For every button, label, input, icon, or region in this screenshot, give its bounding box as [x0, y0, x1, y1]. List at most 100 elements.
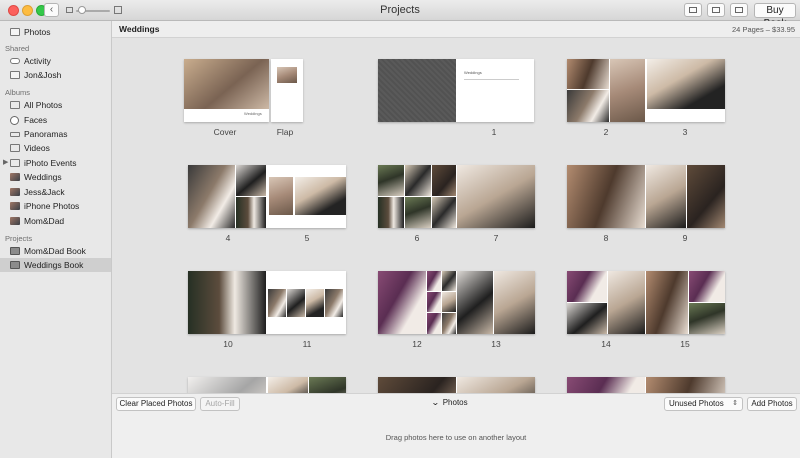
- sidebar-item-weddings-book[interactable]: Weddings Book: [0, 258, 111, 272]
- photo: [405, 165, 431, 196]
- spread-pages-2-3[interactable]: [567, 59, 725, 122]
- photo: [442, 271, 456, 291]
- photo: [432, 197, 456, 228]
- spread-pages-20-21[interactable]: [567, 377, 725, 393]
- section-heading-projects: Projects: [5, 234, 33, 243]
- page-label-8: 8: [603, 233, 609, 243]
- sidebar-item-jess-jack[interactable]: Jess&Jack: [0, 185, 111, 199]
- layout-options-button[interactable]: [707, 3, 725, 17]
- sidebar-item-label: Jess&Jack: [24, 187, 65, 197]
- section-heading-albums: Albums: [5, 88, 31, 97]
- sidebar-item-activity[interactable]: Activity: [0, 54, 111, 68]
- buy-book-button[interactable]: Buy Book: [754, 3, 796, 29]
- photo: [647, 59, 725, 109]
- auto-fill-button[interactable]: Auto-Fill: [200, 397, 240, 411]
- unused-photos-select[interactable]: Unused Photos ⇕: [664, 397, 743, 411]
- sidebar-item-weddings[interactable]: Weddings: [0, 170, 111, 184]
- photos-panel-toggle[interactable]: ⌄ Photos: [430, 398, 468, 407]
- page-label-13: 13: [491, 339, 501, 349]
- page-label-14: 14: [601, 339, 611, 349]
- all-photos-icon: [10, 101, 20, 109]
- photo: [646, 165, 686, 228]
- page-label-3: 3: [682, 127, 688, 137]
- title-page-text: Weddings: [464, 70, 482, 75]
- sidebar-item-iphone-photos[interactable]: iPhone Photos: [0, 199, 111, 213]
- spread-pages-4-5[interactable]: [188, 165, 346, 228]
- sidebar-item-panoramas[interactable]: Panoramas: [0, 127, 111, 141]
- spread-pages-12-13[interactable]: [378, 271, 535, 334]
- sidebar-item-videos[interactable]: Videos: [0, 141, 111, 155]
- photo: [188, 377, 266, 393]
- page-label-4: 4: [225, 233, 231, 243]
- sidebar-item-all-photos[interactable]: All Photos: [0, 98, 111, 112]
- spread-pages-16-17[interactable]: [188, 377, 346, 393]
- photo: [689, 271, 725, 302]
- page-label-12: 12: [412, 339, 422, 349]
- spread-pages-6-7[interactable]: [378, 165, 535, 228]
- flap-page[interactable]: [271, 59, 303, 122]
- photo: [427, 313, 441, 334]
- project-title: Weddings: [119, 24, 160, 34]
- cover-page[interactable]: Weddings: [184, 59, 269, 122]
- photo: [567, 59, 609, 89]
- spread-pages-10-11[interactable]: [188, 271, 346, 334]
- photo: [427, 292, 441, 312]
- sidebar-item-label: Activity: [24, 56, 51, 66]
- video-icon: [10, 144, 20, 152]
- photo: [306, 289, 324, 317]
- sidebar-item-iphoto-events[interactable]: ▶ iPhoto Events: [0, 156, 111, 170]
- photo: [567, 90, 609, 122]
- page-options-button[interactable]: [730, 3, 748, 17]
- cloud-icon: [10, 58, 20, 64]
- sidebar-item-label: Faces: [24, 115, 48, 125]
- add-photos-button[interactable]: Add Photos: [747, 397, 797, 411]
- photo: [268, 289, 286, 317]
- photo: [309, 377, 346, 393]
- sidebar-item-label: Mom&Dad Book: [24, 246, 86, 256]
- photo: [427, 271, 441, 291]
- album-thumbnail-icon: [10, 217, 20, 225]
- sidebar-item-jon-josh[interactable]: Jon&Josh: [0, 68, 111, 82]
- page-label-flap: Flap: [276, 127, 294, 137]
- clear-placed-photos-button[interactable]: Clear Placed Photos: [116, 397, 196, 411]
- photo: [277, 67, 297, 83]
- disclosure-triangle-icon[interactable]: ▶: [3, 156, 8, 170]
- photo: [646, 377, 725, 393]
- drag-hint-text: Drag photos here to use on another layou…: [385, 433, 527, 442]
- sidebar-item-label: Panoramas: [24, 129, 68, 139]
- photo: [689, 303, 725, 334]
- chevron-down-icon: ⌄: [430, 398, 440, 407]
- updown-arrows-icon: ⇕: [732, 400, 738, 407]
- sidebar-item-mom-dad[interactable]: Mom&Dad: [0, 214, 111, 228]
- page-label-6: 6: [414, 233, 420, 243]
- divider: [464, 79, 519, 80]
- spread-pages-8-9[interactable]: [567, 165, 725, 228]
- sidebar: Photos Shared Activity Jon&Josh Albums A…: [0, 21, 112, 458]
- photo: [378, 165, 404, 196]
- sidebar-item-faces[interactable]: Faces: [0, 113, 111, 127]
- page-label-1: 1: [491, 127, 497, 137]
- sidebar-item-photos[interactable]: Photos: [0, 25, 111, 39]
- project-header: Weddings 24 Pages – $33.95: [112, 21, 800, 38]
- photo: [567, 165, 645, 228]
- photo: [325, 289, 343, 317]
- spread-page-1[interactable]: Weddings: [378, 59, 534, 122]
- sidebar-item-label: Weddings Book: [24, 260, 84, 270]
- spread-pages-18-19[interactable]: [378, 377, 535, 393]
- sidebar-item-label: Photos: [24, 27, 51, 37]
- photo: [457, 377, 535, 393]
- spread-pages-14-15[interactable]: [567, 271, 725, 334]
- sidebar-item-mom-dad-book[interactable]: Mom&Dad Book: [0, 244, 111, 258]
- events-icon: [10, 159, 20, 167]
- photo: [378, 377, 456, 393]
- photo: [457, 271, 493, 334]
- book-icon: [10, 247, 20, 255]
- photo: [287, 289, 305, 317]
- photo: [295, 177, 346, 215]
- page-label-11: 11: [302, 339, 312, 349]
- photo: [567, 303, 607, 334]
- filter-selected-value: Unused Photos: [669, 399, 724, 408]
- book-settings-button[interactable]: [684, 3, 702, 17]
- panorama-icon: [10, 132, 20, 137]
- photo: [268, 377, 308, 393]
